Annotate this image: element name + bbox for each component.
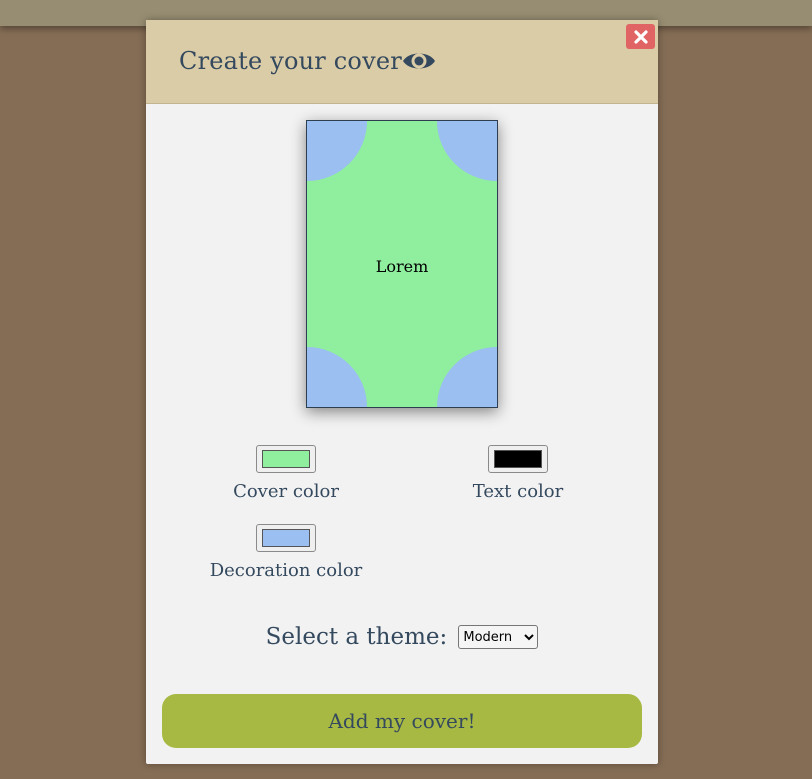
eye-icon[interactable] — [402, 49, 436, 73]
cover-color-control: Cover color — [196, 445, 376, 502]
cover-color-swatch — [262, 450, 310, 468]
theme-select[interactable]: Modern — [458, 625, 539, 649]
modal-title: Create your cover — [179, 47, 402, 75]
modal-header: Create your cover — [146, 20, 658, 104]
decoration-corner-bottom-right — [437, 347, 497, 407]
decoration-color-swatch — [262, 529, 310, 547]
close-icon — [633, 29, 648, 44]
close-button[interactable] — [626, 24, 655, 49]
create-cover-modal: Create your cover Lorem Cover color Text… — [146, 20, 658, 764]
cover-preview: Lorem — [306, 120, 498, 408]
decoration-corner-top-right — [437, 121, 497, 181]
text-color-swatch — [494, 450, 542, 468]
theme-label: Select a theme: — [265, 624, 448, 650]
decoration-color-picker[interactable] — [256, 524, 316, 552]
text-color-label: Text color — [472, 481, 564, 502]
cover-title-text: Lorem — [375, 257, 429, 276]
text-color-control: Text color — [428, 445, 608, 502]
cover-color-label: Cover color — [233, 481, 339, 502]
decoration-corner-top-left — [307, 121, 367, 181]
text-color-picker[interactable] — [488, 445, 548, 473]
theme-row: Select a theme: Modern — [146, 624, 658, 650]
add-cover-button[interactable]: Add my cover! — [162, 694, 642, 748]
decoration-color-label: Decoration color — [209, 560, 363, 581]
decoration-corner-bottom-left — [307, 347, 367, 407]
decoration-color-control: Decoration color — [196, 524, 376, 581]
cover-color-picker[interactable] — [256, 445, 316, 473]
